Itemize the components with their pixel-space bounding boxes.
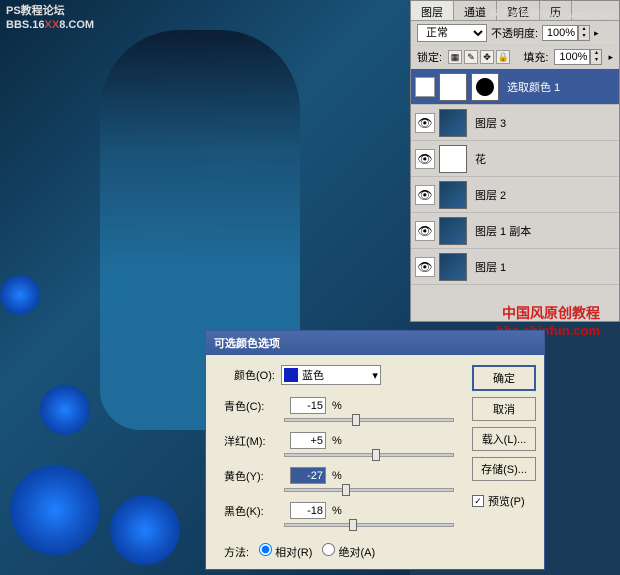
- black-slider[interactable]: [284, 523, 454, 527]
- magenta-input[interactable]: [290, 432, 326, 449]
- tab-layers[interactable]: 图层: [411, 1, 454, 20]
- layers-panel: 图层 通道 路径 历 正常 不透明度: ▴▾ ▸ 锁定: ▦ ✎ ✥ 🔒 填充:…: [410, 0, 620, 322]
- layer-name: 选取颜色 1: [503, 79, 615, 95]
- cyan-label: 青色(C):: [224, 398, 284, 414]
- color-value: 蓝色: [302, 367, 324, 383]
- lock-all-icon[interactable]: 🔒: [496, 50, 510, 64]
- layer-name: 图层 3: [471, 115, 615, 131]
- lock-position-icon[interactable]: ✥: [480, 50, 494, 64]
- opacity-label: 不透明度:: [491, 25, 538, 41]
- color-dropdown[interactable]: 蓝色 ▾: [281, 365, 381, 385]
- flower-decoration: [0, 255, 210, 575]
- lock-pixels-icon[interactable]: ✎: [464, 50, 478, 64]
- visibility-icon[interactable]: 👁: [415, 77, 435, 97]
- watermark-top-left: PS教程论坛 BBS.16XX8.COM: [6, 4, 94, 33]
- opacity-spinner[interactable]: ▴▾: [542, 25, 590, 41]
- layer-row[interactable]: 👁 图层 1: [411, 249, 619, 285]
- magenta-slider[interactable]: [284, 453, 454, 457]
- save-button[interactable]: 存储(S)...: [472, 457, 536, 481]
- magenta-label: 洋红(M):: [224, 433, 284, 449]
- visibility-icon[interactable]: 👁: [415, 221, 435, 241]
- yellow-slider[interactable]: [284, 488, 454, 492]
- method-absolute-radio[interactable]: 绝对(A): [322, 543, 375, 560]
- preview-label: 预览(P): [488, 493, 525, 509]
- fill-input[interactable]: [554, 49, 590, 65]
- method-relative-radio[interactable]: 相对(R): [259, 543, 312, 560]
- cancel-button[interactable]: 取消: [472, 397, 536, 421]
- method-label: 方法:: [224, 544, 249, 560]
- layer-name: 图层 1: [471, 259, 615, 275]
- layer-row[interactable]: 👁 ◐ 选取颜色 1: [411, 69, 619, 105]
- layer-list: 👁 ◐ 选取颜色 1 👁 图层 3 👁 花 👁 图层 2 👁 图层 1 副本 👁: [411, 69, 619, 285]
- visibility-icon[interactable]: 👁: [415, 185, 435, 205]
- layer-thumb[interactable]: ◐: [439, 73, 467, 101]
- preview-checkbox[interactable]: ✓ 预览(P): [472, 493, 536, 509]
- layer-row[interactable]: 👁 花: [411, 141, 619, 177]
- load-button[interactable]: 载入(L)...: [472, 427, 536, 451]
- selective-color-dialog: 可选颜色选项 颜色(O): 蓝色 ▾ 青色(C): % 洋红(M): %: [205, 330, 545, 570]
- lock-label: 锁定:: [417, 49, 442, 65]
- layer-name: 花: [471, 151, 615, 167]
- cyan-input[interactable]: [290, 397, 326, 414]
- yellow-input[interactable]: [290, 467, 326, 484]
- dialog-title: 可选颜色选项: [206, 331, 544, 355]
- yellow-label: 黄色(Y):: [224, 468, 284, 484]
- layer-row[interactable]: 👁 图层 1 副本: [411, 213, 619, 249]
- visibility-icon[interactable]: 👁: [415, 149, 435, 169]
- black-input[interactable]: [290, 502, 326, 519]
- ok-button[interactable]: 确定: [472, 365, 536, 391]
- blend-mode-select[interactable]: 正常: [417, 24, 487, 42]
- fill-spinner[interactable]: ▴▾: [554, 49, 602, 65]
- layer-thumb[interactable]: [439, 217, 467, 245]
- lock-transparent-icon[interactable]: ▦: [448, 50, 462, 64]
- layer-row[interactable]: 👁 图层 3: [411, 105, 619, 141]
- layer-mask-thumb[interactable]: [471, 73, 499, 101]
- layer-name: 图层 2: [471, 187, 615, 203]
- layer-row[interactable]: 👁 图层 2: [411, 177, 619, 213]
- layer-thumb[interactable]: [439, 109, 467, 137]
- layer-name: 图层 1 副本: [471, 223, 615, 239]
- layer-thumb[interactable]: [439, 253, 467, 281]
- black-label: 黑色(K):: [224, 503, 284, 519]
- visibility-icon[interactable]: 👁: [415, 257, 435, 277]
- fill-label: 填充:: [523, 49, 548, 65]
- lock-icons: ▦ ✎ ✥ 🔒: [448, 50, 510, 64]
- visibility-icon[interactable]: 👁: [415, 113, 435, 133]
- watermark-top-right: 网页教学网 www.webjx.com: [490, 6, 614, 21]
- layer-thumb[interactable]: [439, 181, 467, 209]
- opacity-input[interactable]: [542, 25, 578, 41]
- layer-thumb[interactable]: [439, 145, 467, 173]
- color-swatch-icon: [284, 368, 298, 382]
- cyan-slider[interactable]: [284, 418, 454, 422]
- color-label: 颜色(O):: [234, 367, 275, 383]
